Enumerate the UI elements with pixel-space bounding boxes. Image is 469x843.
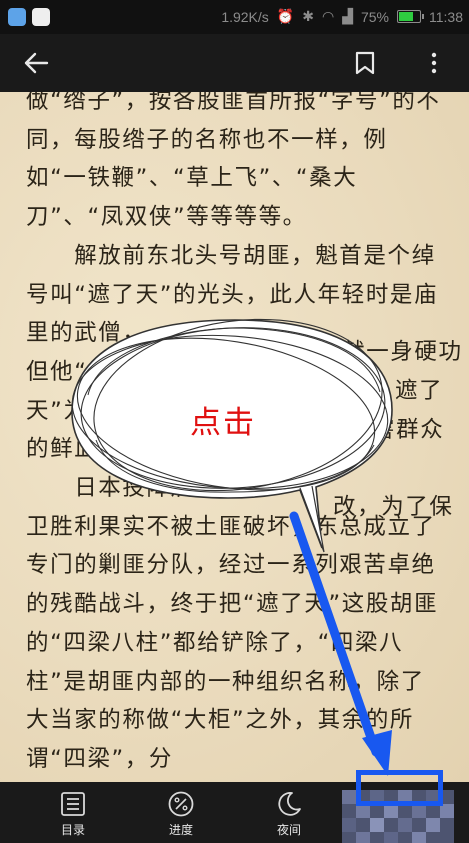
night-mode-label: 夜间 [276, 823, 301, 837]
highlight-box [356, 770, 443, 806]
more-button[interactable] [414, 34, 454, 92]
progress-percent-icon [168, 791, 194, 817]
toc-button[interactable]: 目录 [33, 782, 113, 843]
battery-percent: 75% [360, 8, 389, 25]
reader-toolbar [0, 34, 469, 92]
signal-icon: ▟ [342, 8, 353, 24]
bubble-label: 点击 [190, 405, 256, 441]
status-right: 1.92K/s ⏰ ✱ ◠ ▟ 75% 11:38 [221, 8, 463, 25]
more-vertical-icon [431, 52, 437, 74]
clock: 11:38 [429, 8, 463, 25]
moon-icon [278, 792, 301, 816]
alarm-icon: ⏰ [276, 8, 295, 24]
list-icon [61, 792, 85, 816]
wifi-icon: ◠ [321, 8, 335, 24]
toc-label: 目录 [60, 823, 85, 837]
text-fragment: 练就一身硬功夫， [318, 339, 463, 404]
text-fragment: 害群众 [372, 417, 445, 443]
night-mode-button[interactable]: 夜间 [249, 782, 329, 843]
qq-app-icon [32, 8, 50, 26]
arrow-left-icon [24, 52, 49, 74]
network-speed: 1.92K/s [221, 8, 269, 25]
progress-label: 进度 [168, 823, 193, 837]
paragraph-3: 卫胜利果实不被土匪破坏，东总成立了专门的剿匪分队，经过一系列艰苦卓绝的残酷战斗，… [26, 513, 439, 772]
battery-icon [397, 10, 424, 23]
paragraph-1: 做“绺子”，按各股匪首所报“字号”的不同，每股绺子的名称也不一样，例如“一铁鞭”… [26, 92, 441, 231]
progress-button[interactable]: 进度 [141, 782, 221, 843]
bookmark-button[interactable] [343, 34, 387, 92]
status-bar: 1.92K/s ⏰ ✱ ◠ ▟ 75% 11:38 [0, 0, 469, 34]
notification-icons [8, 8, 50, 26]
text-fragment: 遮了 [395, 378, 444, 404]
bookmark-icon [355, 51, 375, 75]
bluetooth-icon: ✱ [302, 8, 314, 24]
text-fragment: 改，为了保 [333, 494, 454, 520]
back-button[interactable] [14, 34, 58, 92]
shield-app-icon [8, 8, 26, 26]
